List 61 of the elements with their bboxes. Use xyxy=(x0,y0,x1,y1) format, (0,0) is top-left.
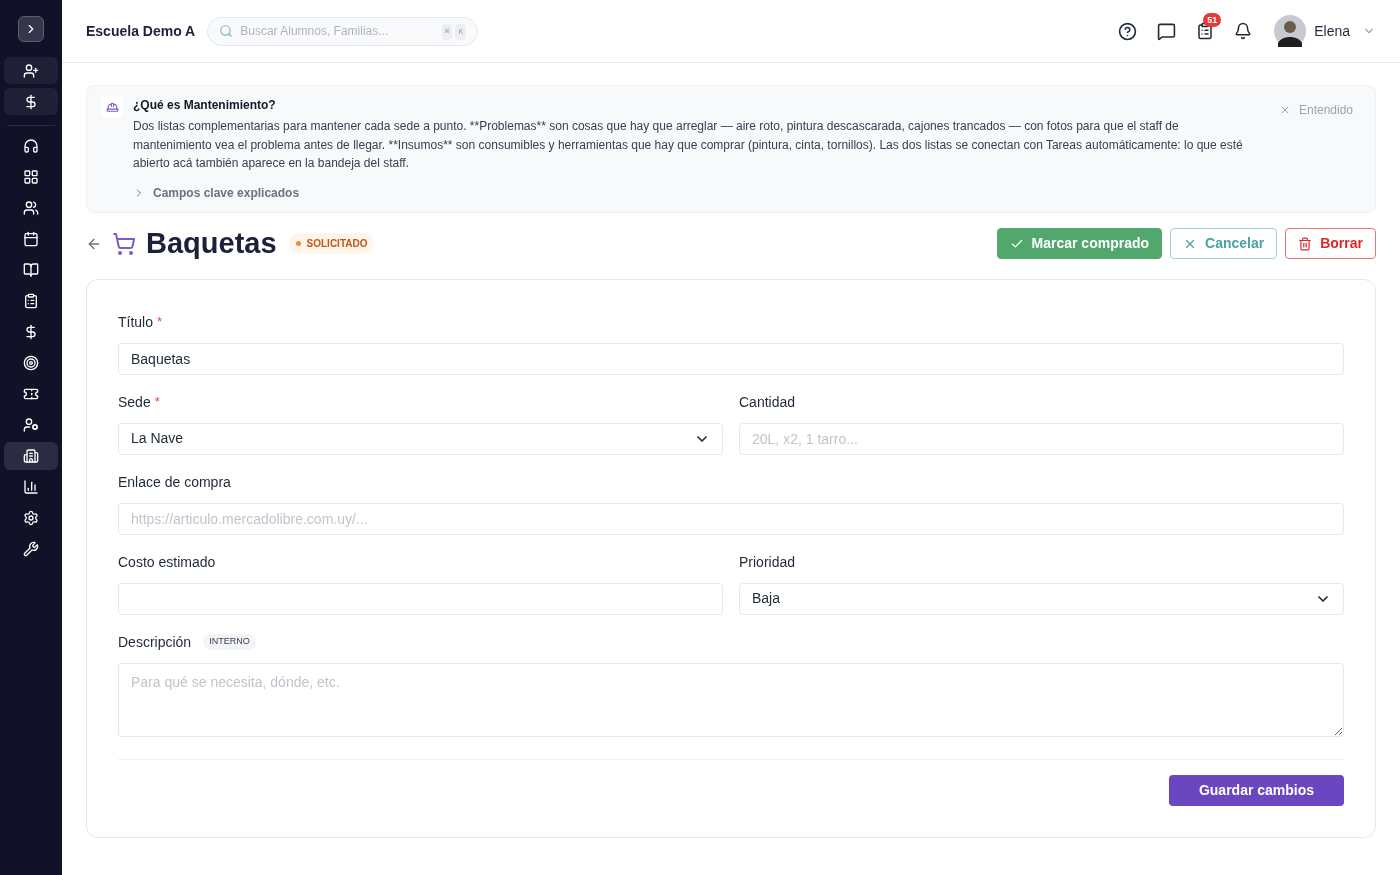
book-icon xyxy=(23,262,39,278)
text-field[interactable] xyxy=(118,582,723,615)
select-field[interactable]: Baja xyxy=(739,582,1344,615)
select-field[interactable]: La Nave xyxy=(118,422,723,455)
messages-button[interactable] xyxy=(1157,21,1177,41)
info-title: ¿Qué es Mantenimiento? xyxy=(133,97,277,114)
text-field[interactable]: https://articulo.mercadolibre.com.uy/... xyxy=(118,502,1344,535)
save-button[interactable]: Guardar cambios xyxy=(1169,774,1344,806)
tasks-button[interactable] xyxy=(1196,22,1215,40)
text-field[interactable]: Baquetas xyxy=(118,342,1344,375)
help-icon xyxy=(1118,21,1138,41)
quick-action[interactable] xyxy=(4,88,58,115)
clipboard-icon xyxy=(1196,22,1215,40)
quick-action[interactable] xyxy=(4,57,58,84)
field-label: Costo estimado xyxy=(118,552,216,572)
bell-icon xyxy=(1234,22,1253,40)
settings-icon xyxy=(23,510,39,526)
dollar-icon xyxy=(23,324,39,340)
cart-icon xyxy=(112,231,136,256)
dollar-icon xyxy=(23,93,39,110)
ticket-icon xyxy=(23,386,39,402)
field-label: Prioridad xyxy=(739,552,796,572)
search-icon xyxy=(219,23,234,38)
required-asterisk: * xyxy=(154,393,160,412)
notifications-button[interactable] xyxy=(1234,22,1253,40)
bar-chart-icon xyxy=(23,479,39,495)
field-label: Descripción xyxy=(118,632,192,652)
building-icon xyxy=(23,448,39,464)
clipboard-icon xyxy=(23,293,39,309)
internal-tag: INTERNO xyxy=(203,634,256,650)
calendar-icon xyxy=(23,231,39,247)
school-name: Escuela Demo A xyxy=(86,21,196,41)
field-label: Sede xyxy=(118,392,151,412)
text-field[interactable]: 20L, x2, 1 tarro... xyxy=(739,422,1344,455)
sidebar-item[interactable] xyxy=(4,442,58,470)
grid-icon xyxy=(23,169,39,185)
text-area[interactable]: Para qué se necesita, dónde, etc. xyxy=(118,662,1344,737)
notification-badge: 51 xyxy=(1203,13,1222,27)
details-toggle[interactable]: Campos clave explicados xyxy=(133,183,300,202)
expand-button[interactable] xyxy=(18,16,44,42)
field-label: Enlace de compra xyxy=(118,472,231,492)
target-icon xyxy=(23,355,39,371)
required-asterisk: * xyxy=(157,313,163,332)
user-menu[interactable]: Elena xyxy=(1274,15,1376,47)
field-label: Título xyxy=(118,312,153,332)
add-user-icon xyxy=(23,62,39,79)
status-badge: SOLICITADO xyxy=(288,233,375,254)
users-icon xyxy=(23,200,39,216)
user-gear-icon xyxy=(23,417,39,433)
message-icon xyxy=(1157,21,1177,41)
action-button[interactable]: Borrar xyxy=(1285,228,1376,259)
headset-icon xyxy=(23,138,39,154)
avatar xyxy=(1274,15,1307,47)
shortcut-key: K xyxy=(455,23,467,40)
info-text: Dos listas complementarias para mantener cada sede a punto. **Problemas** son cosas que hay que arreglar — aire roto, pintura descascarada, cajones trancados — con fotos para que el staff de mantenimiento vea el problema antes de llegar. **Insumos** son consumibles y herramientas que hay que comprar (pintura, cinta, tornillos). Las dos listas se conectan con Tareas automáticamente: lo que esté abierto acá también aparece en la bandeja del staff. xyxy=(133,118,1244,172)
help-button[interactable] xyxy=(1118,21,1138,41)
page-title: Baquetas xyxy=(146,225,277,261)
trash-icon xyxy=(1298,236,1313,251)
wrench-icon xyxy=(23,541,39,557)
shortcut-key: ⌘ xyxy=(441,23,453,40)
field-label: Cantidad xyxy=(739,392,796,412)
